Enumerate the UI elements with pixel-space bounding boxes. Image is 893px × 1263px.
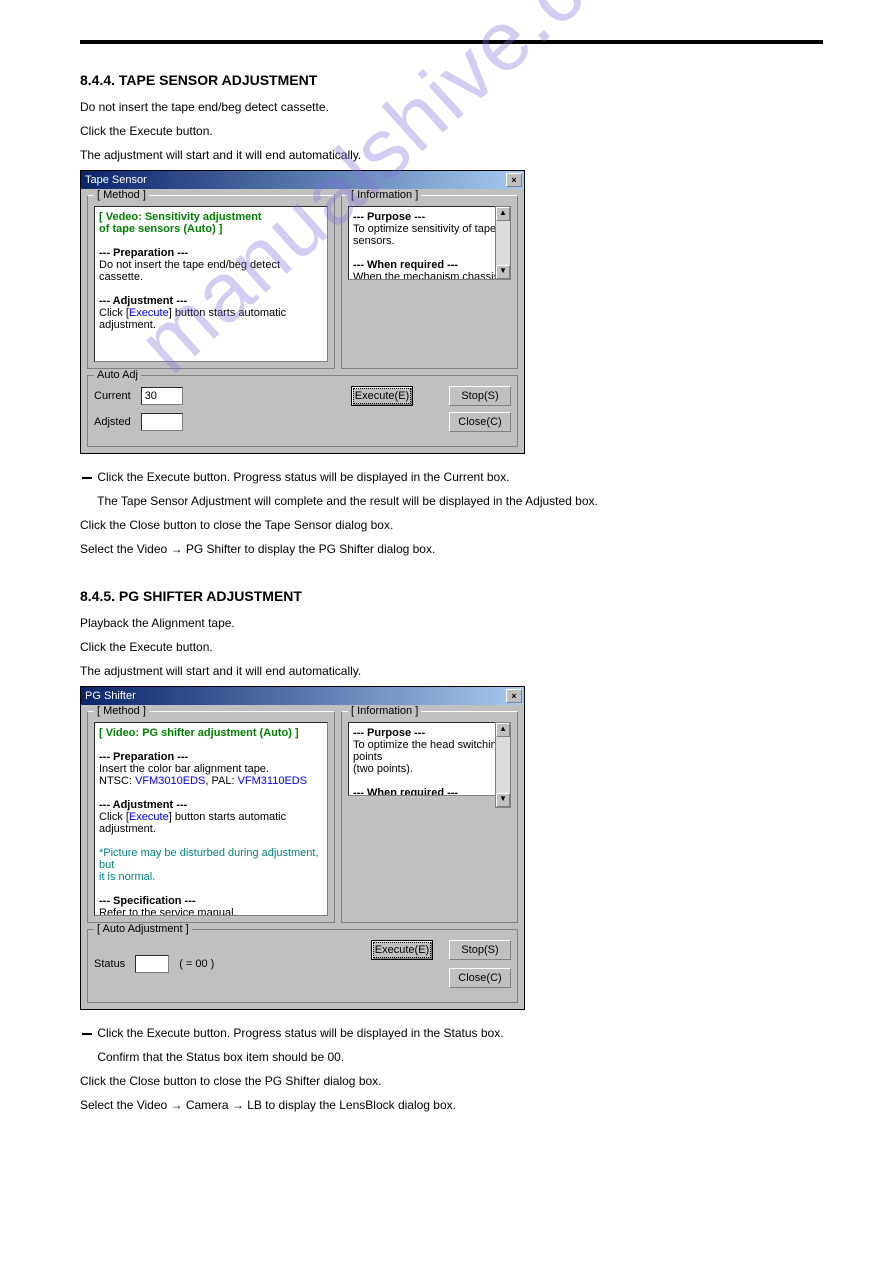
status-input[interactable]	[135, 955, 169, 973]
section-heading-1: 8.4.4. TAPE SENSOR ADJUSTMENT	[80, 72, 823, 88]
titlebar[interactable]: Tape Sensor ×	[81, 171, 524, 189]
method-legend: [ Method ]	[94, 189, 149, 201]
dash-icon	[82, 1033, 92, 1035]
section2-para3: The adjustment will start and it will en…	[80, 662, 823, 680]
dash-icon	[82, 477, 92, 479]
scroll-up-icon[interactable]: ▲	[496, 723, 510, 737]
section-heading-2: 8.4.5. PG SHIFTER ADJUSTMENT	[80, 588, 823, 604]
method-text: [ Vedeo: Sensitivity adjustment of tape …	[94, 206, 328, 362]
between1-c: Click the Close button to close the Tape…	[80, 516, 823, 534]
auto-adjustment-group: [ Auto Adjustment ] Status ( = 00 ) Exec…	[87, 929, 518, 1003]
titlebar[interactable]: PG Shifter ×	[81, 687, 524, 705]
between1-a: Click the Execute button. Progress statu…	[80, 468, 823, 486]
method-group: [ Method ] [ Vedeo: Sensitivity adjustme…	[87, 195, 335, 369]
scroll-down-icon[interactable]: ▼	[496, 265, 510, 279]
between2-d: Select the Video → Camera → LB to displa…	[80, 1096, 823, 1114]
close-button[interactable]: Close(C)	[449, 968, 511, 988]
method-text: [ Video: PG shifter adjustment (Auto) ] …	[94, 722, 328, 916]
close-icon[interactable]: ×	[506, 689, 522, 703]
horizontal-rule	[80, 40, 823, 44]
tape-sensor-dialog: Tape Sensor × [ Method ] [ Vedeo: Sensit…	[80, 170, 525, 454]
execute-button[interactable]: Execute(E)	[371, 940, 433, 960]
section1-para2: Click the Execute button.	[80, 122, 823, 140]
page-content: 8.4.4. TAPE SENSOR ADJUSTMENT Do not ins…	[0, 0, 893, 1160]
stop-button[interactable]: Stop(S)	[449, 386, 511, 406]
scroll-up-icon[interactable]: ▲	[496, 207, 510, 221]
info-scrollbar[interactable]: ▲ ▼	[495, 206, 511, 280]
between1-d: Select the Video → PG Shifter to display…	[80, 540, 823, 558]
status-label: Status	[94, 958, 125, 970]
execute-button[interactable]: Execute(E)	[351, 386, 413, 406]
auto-adj-legend: Auto Adj	[94, 369, 141, 381]
dialog-title: Tape Sensor	[85, 174, 506, 186]
between2-b: Confirm that the Status box item should …	[80, 1048, 823, 1066]
adjsted-label: Adjsted	[94, 416, 131, 428]
between2-a: Click the Execute button. Progress statu…	[80, 1024, 823, 1042]
adjsted-input[interactable]	[141, 413, 183, 431]
information-group: [ Information ] --- Purpose --- To optim…	[341, 711, 518, 923]
method-legend: [ Method ]	[94, 705, 149, 717]
stop-button[interactable]: Stop(S)	[449, 940, 511, 960]
info-text: --- Purpose --- To optimize the head swi…	[348, 722, 511, 796]
method-group: [ Method ] [ Video: PG shifter adjustmen…	[87, 711, 335, 923]
close-icon[interactable]: ×	[506, 173, 522, 187]
pg-shifter-dialog: PG Shifter × [ Method ] [ Video: PG shif…	[80, 686, 525, 1010]
section2-para2: Click the Execute button.	[80, 638, 823, 656]
information-group: [ Information ] --- Purpose --- To optim…	[341, 195, 518, 369]
info-text: --- Purpose --- To optimize sensitivity …	[348, 206, 511, 280]
section1-para3: The adjustment will start and it will en…	[80, 146, 823, 164]
info-legend: [ Information ]	[348, 705, 421, 717]
current-label: Current	[94, 390, 131, 402]
between1-b: The Tape Sensor Adjustment will complete…	[80, 492, 823, 510]
info-legend: [ Information ]	[348, 189, 421, 201]
section2-para1: Playback the Alignment tape.	[80, 614, 823, 632]
dialog-title: PG Shifter	[85, 690, 506, 702]
between2-c: Click the Close button to close the PG S…	[80, 1072, 823, 1090]
auto-adj-group: Auto Adj Current Execute(E) Stop(S) Adjs…	[87, 375, 518, 447]
auto-adjustment-legend: [ Auto Adjustment ]	[94, 923, 192, 935]
info-scrollbar[interactable]: ▲ ▼	[495, 722, 511, 808]
status-suffix: ( = 00 )	[179, 958, 214, 970]
close-button[interactable]: Close(C)	[449, 412, 511, 432]
scroll-down-icon[interactable]: ▼	[496, 793, 510, 807]
section1-para1: Do not insert the tape end/beg detect ca…	[80, 98, 823, 116]
current-input[interactable]	[141, 387, 183, 405]
